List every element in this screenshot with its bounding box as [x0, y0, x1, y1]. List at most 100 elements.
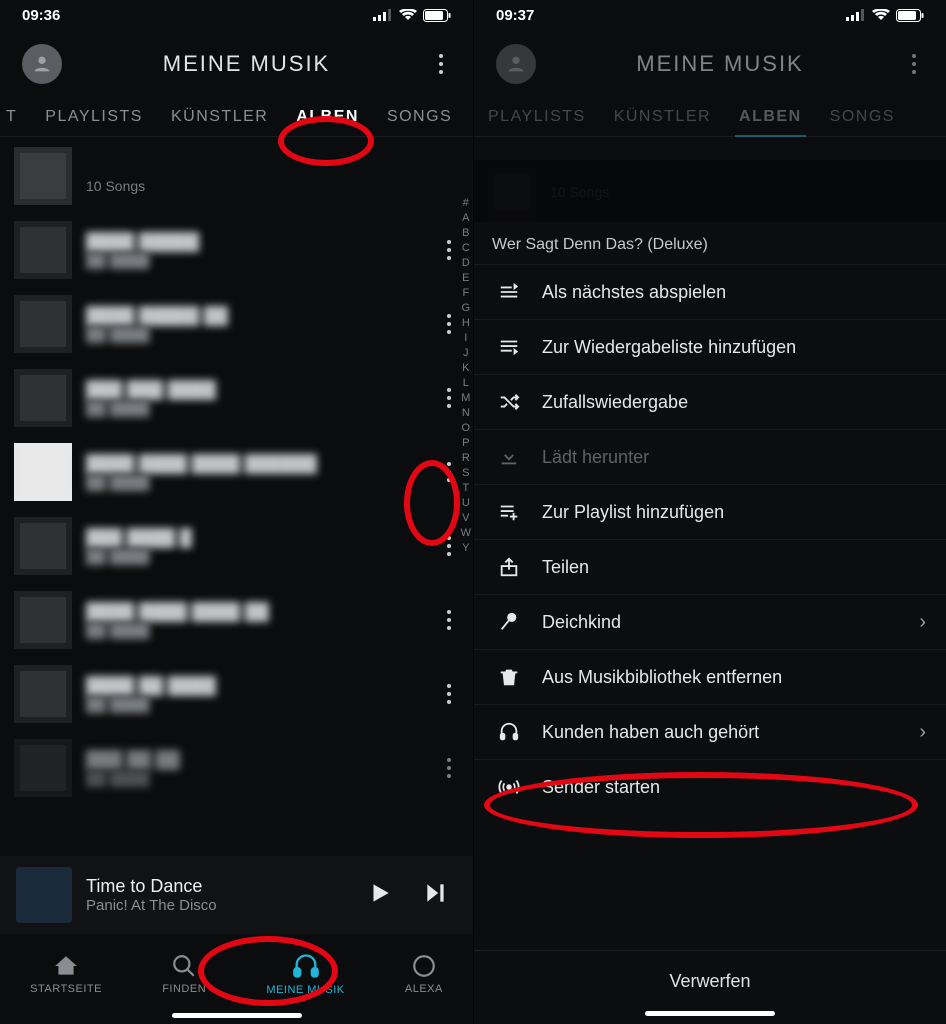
microphone-icon	[498, 611, 520, 633]
sheet-dismiss-button[interactable]: Verwerfen	[474, 950, 946, 1024]
tab-songs[interactable]: SONGS	[816, 98, 909, 136]
alpha-letter[interactable]: C	[461, 241, 471, 256]
album-row[interactable]: 10 Songs	[0, 139, 473, 213]
alpha-letter[interactable]: R	[461, 451, 471, 466]
alpha-letter[interactable]: S	[461, 466, 471, 481]
tab-albums[interactable]: ALBEN	[725, 98, 816, 136]
row-more-button[interactable]	[439, 676, 459, 712]
page-title: MEINE MUSIK	[550, 51, 890, 77]
nav-library[interactable]: MEINE MUSIK	[266, 952, 344, 996]
alpha-letter[interactable]: M	[461, 391, 471, 406]
album-subtitle: 10 Songs	[86, 178, 459, 194]
alpha-letter[interactable]: F	[461, 286, 471, 301]
alpha-letter[interactable]: A	[461, 211, 471, 226]
album-row[interactable]: ███ ███ ██████ ████	[0, 361, 473, 435]
alpha-letter[interactable]: Y	[461, 541, 471, 556]
album-title	[86, 158, 459, 178]
broadcast-icon	[498, 776, 520, 798]
home-icon	[53, 953, 79, 979]
alpha-letter[interactable]: N	[461, 406, 471, 421]
alexa-icon	[411, 953, 437, 979]
headphones-icon	[498, 721, 520, 743]
status-icons	[846, 9, 924, 22]
alpha-letter[interactable]: V	[461, 511, 471, 526]
tab-songs[interactable]: SONGS	[373, 98, 466, 136]
avatar[interactable]	[496, 44, 536, 84]
sheet-label: Zufallswiedergabe	[542, 392, 688, 413]
screen-left: 09:36 MEINE MUSIK T PLAYLISTS KÜNSTLER A…	[0, 0, 473, 1024]
sheet-station[interactable]: Sender starten	[474, 759, 946, 814]
album-row[interactable]: ████ ████ ████ ████ ████	[0, 583, 473, 657]
tab-artists[interactable]: KÜNSTLER	[600, 98, 725, 136]
tab-playlists[interactable]: PLAYLISTS	[31, 98, 157, 136]
status-time: 09:36	[22, 7, 60, 24]
row-more-button[interactable]	[439, 306, 459, 342]
next-button[interactable]	[415, 874, 457, 917]
play-button[interactable]	[359, 874, 401, 917]
alpha-letter[interactable]: O	[461, 421, 471, 436]
album-row[interactable]: ███ ████ ███ ████	[0, 509, 473, 583]
album-title: ████ █████	[86, 232, 425, 252]
album-title: ████ ████ ████ ██████	[86, 454, 425, 474]
row-more-button[interactable]	[439, 454, 459, 490]
search-icon	[171, 953, 197, 979]
alpha-letter[interactable]: U	[461, 496, 471, 511]
now-playing-art	[16, 867, 72, 923]
album-row[interactable]: ████ ███████ ████	[0, 213, 473, 287]
alpha-letter[interactable]: W	[461, 526, 471, 541]
alpha-letter[interactable]: K	[461, 361, 471, 376]
album-title: ███ ██ ██	[86, 750, 425, 770]
sheet-label: Teilen	[542, 557, 589, 578]
row-more-button[interactable]	[439, 232, 459, 268]
sheet-similar[interactable]: Kunden haben auch gehört ›	[474, 704, 946, 759]
album-subtitle: ██ ████	[86, 548, 425, 564]
alpha-letter[interactable]: D	[461, 256, 471, 271]
row-more-button[interactable]	[439, 750, 459, 786]
row-more-button[interactable]	[439, 380, 459, 416]
tab-truncated-left[interactable]: T	[0, 98, 31, 136]
album-subtitle: ██ ████	[86, 696, 425, 712]
avatar[interactable]	[22, 44, 62, 84]
album-row[interactable]: ████ ██ ██████ ████	[0, 657, 473, 731]
sheet-remove-library[interactable]: Aus Musikbibliothek entfernen	[474, 649, 946, 704]
alpha-letter[interactable]: J	[461, 346, 471, 361]
sheet-play-next[interactable]: Als nächstes abspielen	[474, 264, 946, 319]
nav-find[interactable]: FINDEN	[162, 953, 206, 995]
album-row[interactable]: ████ █████ ████ ████	[0, 287, 473, 361]
nav-alexa[interactable]: ALEXA	[405, 953, 443, 995]
sheet-artist[interactable]: Deichkind ›	[474, 594, 946, 649]
shuffle-icon	[498, 391, 520, 413]
home-indicator[interactable]	[645, 1011, 775, 1016]
alpha-letter[interactable]: H	[461, 316, 471, 331]
album-row[interactable]: ███ ██ ████ ████	[0, 731, 473, 805]
alpha-letter[interactable]: E	[461, 271, 471, 286]
sheet-title: Wer Sagt Denn Das? (Deluxe)	[474, 222, 946, 264]
row-more-button[interactable]	[439, 528, 459, 564]
alpha-index[interactable]: # A B C D E F G H I J K L M N O P R S T …	[461, 196, 471, 556]
alpha-letter[interactable]: I	[461, 331, 471, 346]
header-more-button[interactable]	[431, 46, 451, 82]
alpha-letter[interactable]: B	[461, 226, 471, 241]
sheet-add-playlist[interactable]: Zur Playlist hinzufügen	[474, 484, 946, 539]
nav-home[interactable]: STARTSEITE	[30, 953, 102, 995]
alpha-letter[interactable]: L	[461, 376, 471, 391]
alpha-letter[interactable]: P	[461, 436, 471, 451]
alpha-letter[interactable]: T	[461, 481, 471, 496]
tab-albums[interactable]: ALBEN	[282, 98, 373, 136]
sheet-shuffle[interactable]: Zufallswiedergabe	[474, 374, 946, 429]
header-more-button[interactable]	[904, 46, 924, 82]
next-icon	[423, 880, 449, 906]
sheet-share[interactable]: Teilen	[474, 539, 946, 594]
tab-artists[interactable]: KÜNSTLER	[157, 98, 282, 136]
alpha-letter[interactable]: #	[461, 196, 471, 211]
alpha-letter[interactable]: G	[461, 301, 471, 316]
sheet-add-queue[interactable]: Zur Wiedergabeliste hinzufügen	[474, 319, 946, 374]
album-art	[14, 665, 72, 723]
album-art	[14, 739, 72, 797]
now-playing-bar[interactable]: Time to Dance Panic! At The Disco	[0, 856, 473, 934]
row-more-button[interactable]	[439, 602, 459, 638]
home-indicator[interactable]	[172, 1013, 302, 1018]
tab-playlists[interactable]: PLAYLISTS	[474, 98, 600, 136]
album-row[interactable]: ████ ████ ████ ████████ ████	[0, 435, 473, 509]
album-list[interactable]: 10 Songs ████ ███████ ████ ████ █████ ██…	[0, 139, 473, 805]
